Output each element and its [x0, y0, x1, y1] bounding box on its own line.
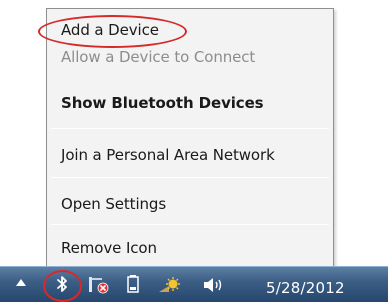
- action-center-icon[interactable]: [158, 276, 180, 294]
- menu-item-remove-icon[interactable]: Remove Icon: [61, 236, 157, 260]
- battery-icon[interactable]: [127, 275, 139, 293]
- menu-separator: [51, 128, 329, 129]
- taskbar-clock-date[interactable]: 5/28/2012: [266, 279, 345, 297]
- menu-item-join-personal-area-network[interactable]: Join a Personal Area Network: [61, 143, 275, 167]
- menu-item-open-settings[interactable]: Open Settings: [61, 192, 166, 216]
- menu-item-show-bluetooth-devices[interactable]: Show Bluetooth Devices: [61, 91, 264, 115]
- highlight-circle-bluetooth: [43, 270, 82, 302]
- show-hidden-icons-arrow-icon[interactable]: [16, 279, 26, 286]
- highlight-circle-add-device: [38, 15, 187, 48]
- menu-item-allow-a-device-to-connect: Allow a Device to Connect: [61, 48, 256, 66]
- volume-icon[interactable]: [202, 276, 224, 294]
- menu-separator: [51, 224, 329, 225]
- menu-separator: [51, 177, 329, 178]
- network-error-icon[interactable]: [88, 275, 110, 295]
